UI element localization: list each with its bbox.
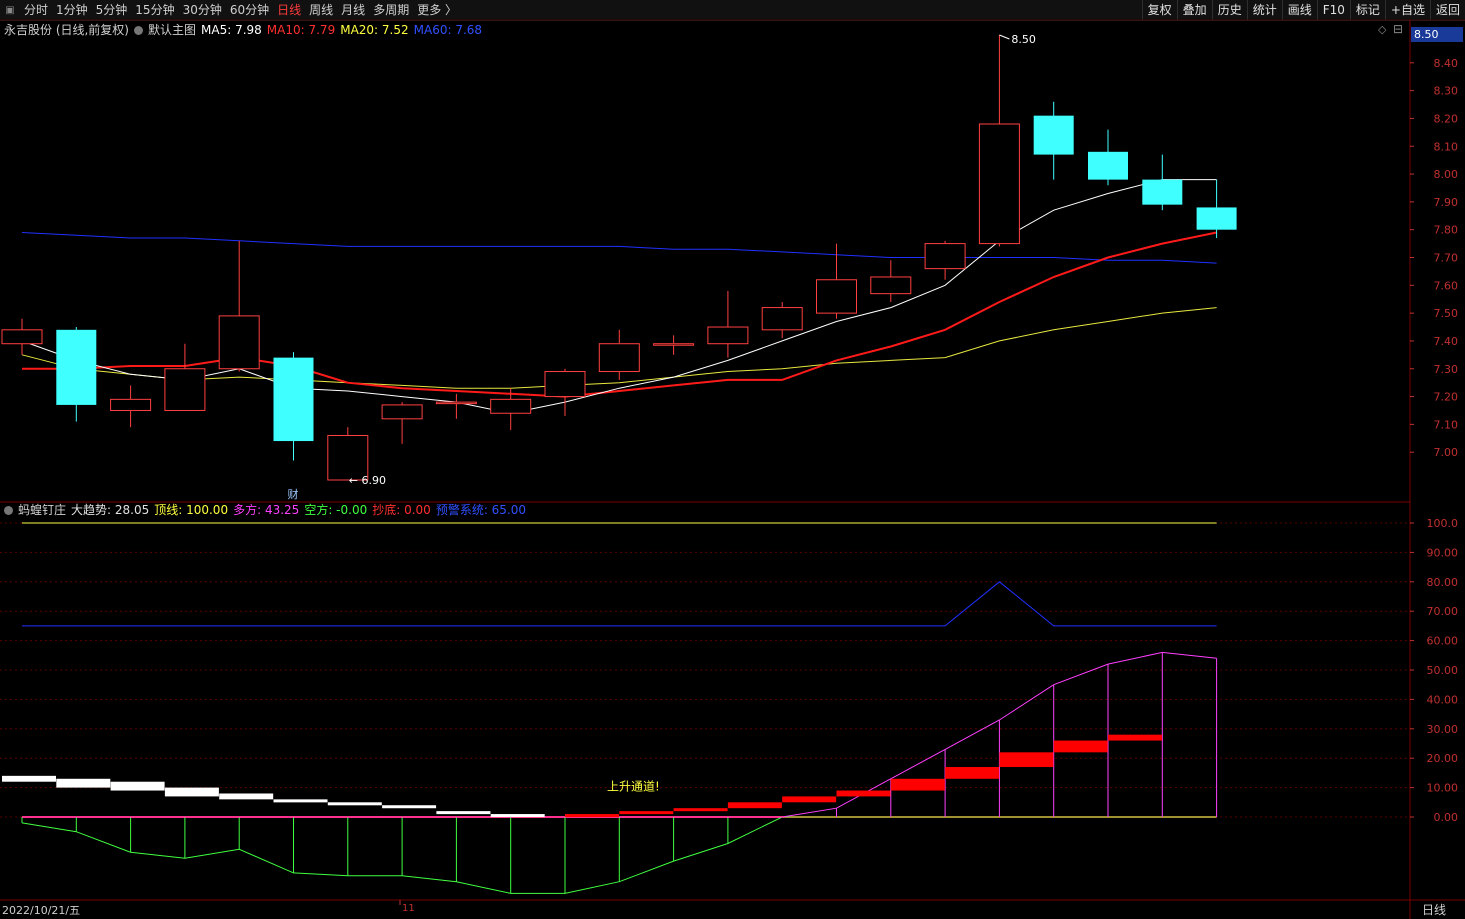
trend-bar-red xyxy=(890,778,945,791)
indicator-tick-label: 70.00 xyxy=(1427,605,1459,618)
warning-line xyxy=(22,581,1217,627)
price-tick-label: 7.10 xyxy=(1434,418,1459,431)
trend-bar-red xyxy=(727,802,782,809)
indicator-tick-label: 20.00 xyxy=(1427,752,1459,765)
candle-body-up xyxy=(978,123,1020,245)
trend-bar-red xyxy=(1053,740,1108,753)
price-tick-label: 8.10 xyxy=(1434,140,1459,153)
price-tick-label: 7.20 xyxy=(1434,391,1459,404)
uptrend-annotation: 上升通道! xyxy=(607,780,660,794)
indicator-tick-label: 30.00 xyxy=(1427,723,1459,736)
trend-bar-red xyxy=(999,752,1054,768)
candle-body-up xyxy=(164,368,206,411)
candle-body-down xyxy=(56,329,97,405)
high-price-label: 8.50 xyxy=(1011,33,1036,46)
candle-body-up xyxy=(816,279,857,314)
price-tick-label: 8.20 xyxy=(1434,112,1459,125)
trend-bar-white xyxy=(382,805,437,809)
candle-body-up xyxy=(218,315,260,370)
candle-body-up xyxy=(490,398,532,414)
price-tick-label: 7.90 xyxy=(1434,196,1459,209)
cursor-date: 2022/10/21/五 xyxy=(2,904,81,917)
price-tick-label: 7.00 xyxy=(1434,446,1459,459)
trend-bar-red xyxy=(782,796,837,803)
trend-bar-white xyxy=(436,811,491,815)
candle-body-up xyxy=(707,326,749,345)
trend-bar-red xyxy=(619,811,674,815)
candle-body-down xyxy=(1142,179,1183,205)
price-tick-label: 7.70 xyxy=(1434,252,1459,265)
chart-canvas[interactable]: 8.40 8.30 8.20 8.10 8.00 7.90 7.80 7.70 7.60 7.50… xyxy=(0,0,1465,919)
candle-body-up xyxy=(381,404,423,420)
price-tick-label: 7.80 xyxy=(1434,224,1459,237)
indicator-tick-label: 10.00 xyxy=(1427,782,1459,795)
candle-body-up xyxy=(870,276,912,295)
trend-bar-white xyxy=(2,775,56,782)
finance-marker: 财 xyxy=(288,487,299,501)
low-price-label: ← 6.90 xyxy=(349,474,386,487)
trend-bar-white xyxy=(327,802,382,806)
candle-body-up xyxy=(598,343,640,373)
trend-bar-white xyxy=(273,799,328,803)
price-tick-label: 8.30 xyxy=(1434,85,1459,98)
trend-bar-red xyxy=(1108,734,1162,741)
trend-bar-white xyxy=(219,793,274,800)
candle-body-down xyxy=(1033,115,1074,155)
candle-body-up xyxy=(544,371,586,398)
candle-body-up xyxy=(110,398,152,411)
indicator-tick-label: 50.00 xyxy=(1427,664,1459,677)
price-tick-label: 7.60 xyxy=(1434,279,1459,292)
price-tick-label: 7.50 xyxy=(1434,307,1459,320)
indicator-tick-label: 0.00 xyxy=(1434,811,1459,824)
ma60-line xyxy=(21,232,1217,264)
trend-bar-red xyxy=(565,814,619,818)
trend-bar-white xyxy=(490,814,545,818)
candle-body-up xyxy=(435,401,477,405)
high-marker-line xyxy=(999,34,1010,40)
candle-body-down xyxy=(273,357,314,442)
price-tick-label: 7.30 xyxy=(1434,363,1459,376)
candle-body-down xyxy=(1088,151,1128,180)
candle-body-up xyxy=(1,329,43,345)
trend-bar-white xyxy=(110,781,165,791)
price-tick-label: 8.00 xyxy=(1434,168,1459,181)
trend-bar-red xyxy=(673,808,728,812)
period-button[interactable]: 日线 xyxy=(1422,901,1446,918)
trend-bar-red xyxy=(945,767,1000,779)
indicator-tick-label: 60.00 xyxy=(1427,635,1459,648)
month-tick-label: 11 xyxy=(402,903,415,914)
indicator-tick-label: 90.00 xyxy=(1427,546,1459,559)
indicator-tick-label: 100.0 xyxy=(1427,517,1459,530)
price-tick-label: 8.40 xyxy=(1434,57,1459,70)
candle-body-up xyxy=(761,307,803,331)
candle-body-up xyxy=(653,343,695,346)
candle-body-up xyxy=(924,243,966,270)
indicator-tick-label: 40.00 xyxy=(1427,693,1459,706)
price-tick-label: 7.40 xyxy=(1434,335,1459,348)
trend-bar-white xyxy=(164,787,219,797)
indicator-tick-label: 80.00 xyxy=(1427,576,1459,589)
trend-bar-red xyxy=(836,790,891,797)
candle-body-down xyxy=(1196,207,1237,230)
trend-bar-white xyxy=(56,778,111,788)
